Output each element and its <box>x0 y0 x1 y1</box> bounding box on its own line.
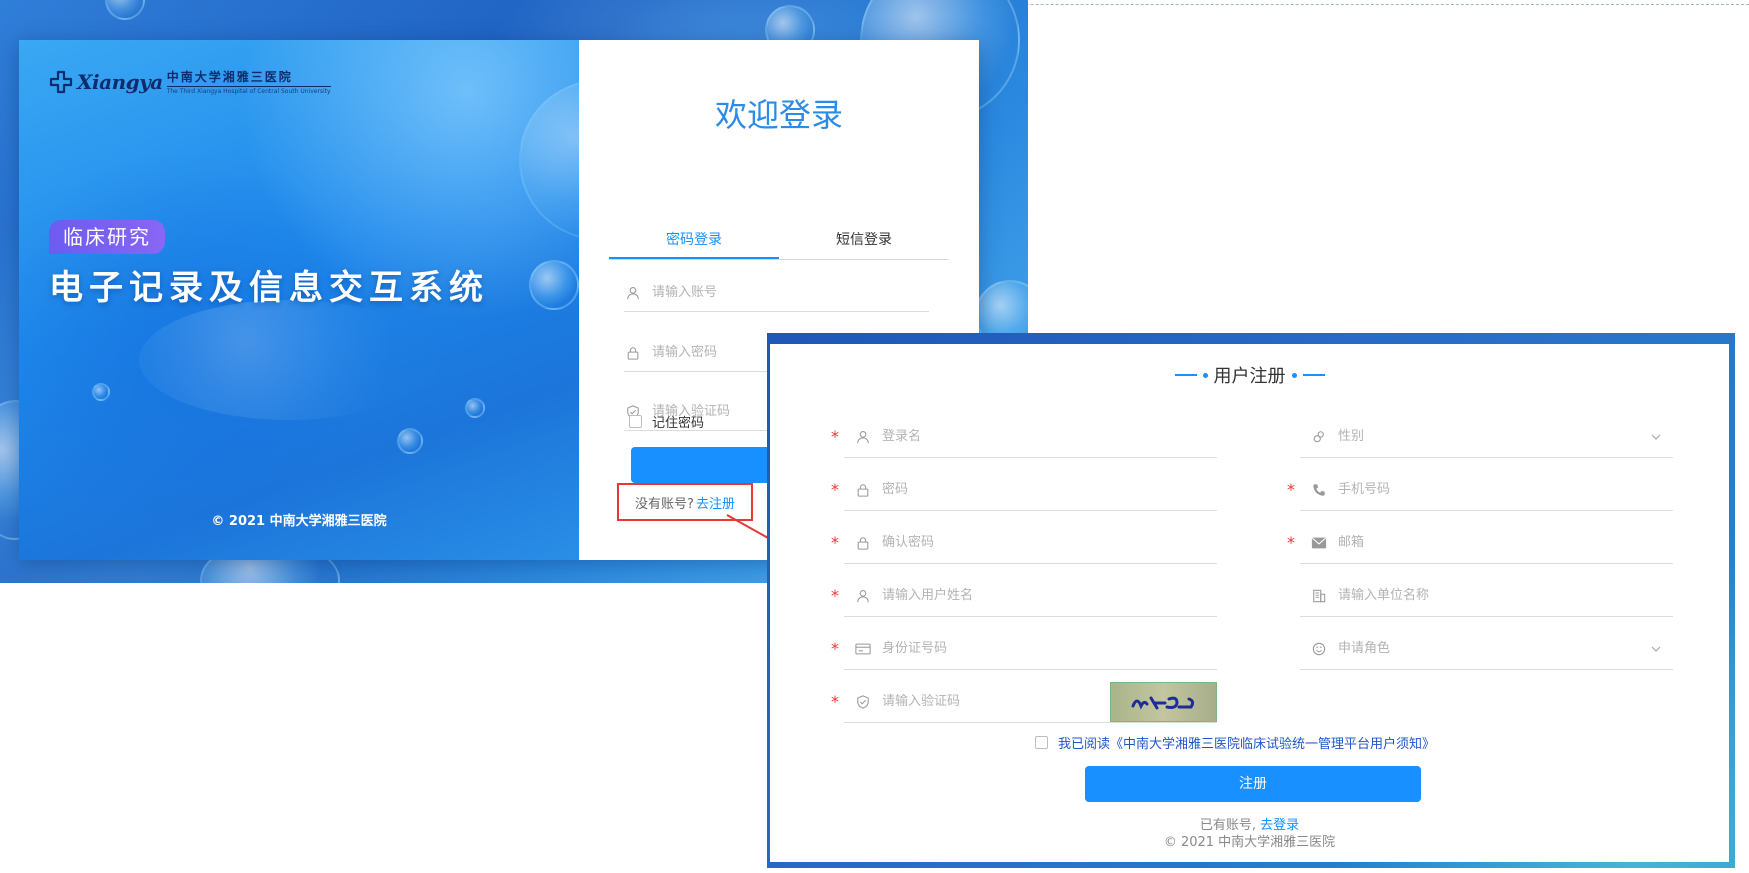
banner-cloud <box>139 300 439 420</box>
have-account-row: 已有账号, 去登录 <box>770 817 1729 834</box>
welcome-title: 欢迎登录 <box>714 96 843 134</box>
logo-text: Xiangya <box>77 69 163 94</box>
banner-bubble <box>465 398 485 418</box>
agreement-text[interactable]: 我已阅读《中南大学湘雅三医院临床试验统一管理平台用户须知》 <box>1058 733 1435 752</box>
banner-bubble <box>529 260 579 310</box>
no-account-text: 没有账号? <box>635 496 694 512</box>
title-dot-right <box>1291 372 1297 378</box>
agreement-checkbox[interactable] <box>1035 736 1048 749</box>
lock-icon <box>624 344 642 362</box>
lock-icon <box>854 481 872 499</box>
real-name-input[interactable] <box>880 575 1217 616</box>
email-input[interactable] <box>1336 522 1673 563</box>
login-banner: Xiangya 中南大学湘雅三医院 The Third Xiangya Hosp… <box>19 40 579 560</box>
account-input[interactable] <box>650 274 929 311</box>
remember-label: 记住密码 <box>652 416 705 431</box>
captcha-glyphs <box>1131 696 1194 710</box>
organization-input[interactable] <box>1336 575 1673 616</box>
smile-icon <box>1310 640 1328 658</box>
title-dot-left <box>1202 372 1208 378</box>
register-captcha-field <box>844 681 1104 723</box>
password-field <box>844 469 1217 511</box>
real-name-field <box>844 575 1217 617</box>
gender-input[interactable] <box>1336 416 1651 457</box>
register-modal: 用户注册 * * * <box>767 333 1735 868</box>
register-footer: 已有账号, 去登录 © 2021 中南大学湘雅三医院 <box>770 817 1729 851</box>
cross-logo-icon <box>49 70 73 94</box>
banner-bubble <box>397 428 423 454</box>
clinical-research-badge: 临床研究 <box>49 220 165 254</box>
register-title-text: 用户注册 <box>1213 366 1286 387</box>
organization-field <box>1300 575 1673 617</box>
register-captcha-input[interactable] <box>880 681 1104 722</box>
lock-icon <box>854 534 872 552</box>
phone-field <box>1300 469 1673 511</box>
register-panel: 用户注册 * * * <box>770 344 1729 862</box>
required-mark: * <box>1287 533 1295 552</box>
agreement[interactable]: 我已阅读《中南大学湘雅三医院临床试验统一管理平台用户须知》 <box>1035 733 1435 752</box>
register-title: 用户注册 <box>770 362 1729 388</box>
register-link-highlight: 没有账号? 去注册 <box>617 483 753 521</box>
required-mark: * <box>831 692 839 711</box>
required-mark: * <box>1287 480 1295 499</box>
user-icon <box>854 587 872 605</box>
have-account-text: 已有账号, <box>1199 818 1256 833</box>
required-mark: * <box>831 639 839 658</box>
tab-password-login[interactable]: 密码登录 <box>609 220 779 259</box>
chevron-down-icon <box>1651 646 1661 652</box>
username-field <box>844 416 1217 458</box>
banner-copyright: © 2021 中南大学湘雅三医院 <box>211 514 387 529</box>
email-field <box>1300 522 1673 564</box>
required-mark: * <box>831 480 839 499</box>
mail-icon <box>1310 534 1328 552</box>
go-register-link[interactable]: 去注册 <box>696 493 735 512</box>
bg-bubble <box>105 0 145 20</box>
gender-select[interactable] <box>1300 416 1673 458</box>
phone-input[interactable] <box>1336 469 1673 510</box>
register-copyright: © 2021 中南大学湘雅三医院 <box>1163 835 1336 850</box>
id-number-input[interactable] <box>880 628 1217 669</box>
confirm-password-input[interactable] <box>880 522 1217 563</box>
required-mark: * <box>831 427 839 446</box>
banner-bubble <box>92 383 110 401</box>
id-card-icon <box>854 640 872 658</box>
phone-icon <box>1310 481 1328 499</box>
id-number-field <box>844 628 1217 670</box>
password-input[interactable] <box>880 469 1217 510</box>
role-select[interactable] <box>1300 628 1673 670</box>
login-tabs: 密码登录 短信登录 <box>609 220 949 260</box>
logo-cn: 中南大学湘雅三医院 <box>166 68 331 87</box>
hospital-logo: Xiangya 中南大学湘雅三医院 The Third Xiangya Hosp… <box>49 68 331 95</box>
logo-en: The Third Xiangya Hospital of Central So… <box>166 88 331 95</box>
logo-caption: 中南大学湘雅三医院 The Third Xiangya Hospital of … <box>166 68 331 95</box>
required-mark: * <box>831 586 839 605</box>
username-input[interactable] <box>880 416 1217 457</box>
building-icon <box>1310 587 1328 605</box>
role-input[interactable] <box>1336 628 1651 669</box>
remember-password[interactable]: 记住密码 <box>629 412 704 431</box>
user-icon <box>854 428 872 446</box>
gender-icon <box>1310 428 1328 446</box>
captcha-image[interactable] <box>1110 682 1217 722</box>
user-icon <box>624 284 642 302</box>
system-title: 电子记录及信息交互系统 <box>49 268 489 308</box>
confirm-password-field <box>844 522 1217 564</box>
go-login-link[interactable]: 去登录 <box>1260 818 1299 833</box>
title-line-right <box>1302 374 1325 376</box>
title-line-left <box>1174 374 1197 376</box>
account-field <box>624 274 929 312</box>
register-button[interactable]: 注册 <box>1085 766 1421 802</box>
required-mark: * <box>831 533 839 552</box>
tab-sms-login[interactable]: 短信登录 <box>779 220 949 259</box>
shield-icon <box>854 693 872 711</box>
chevron-down-icon <box>1651 434 1661 440</box>
banner-bubble <box>519 80 579 240</box>
remember-checkbox[interactable] <box>629 415 642 428</box>
